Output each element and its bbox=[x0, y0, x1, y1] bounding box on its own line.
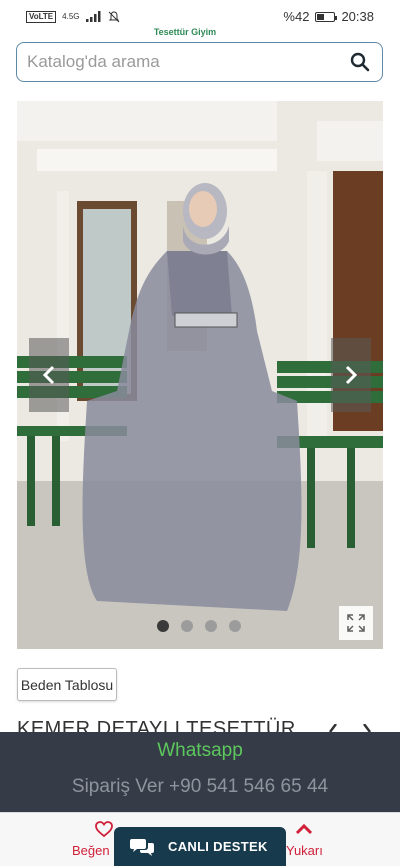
mute-bell-icon bbox=[108, 10, 119, 22]
search-icon[interactable] bbox=[350, 52, 370, 72]
gallery-dot[interactable] bbox=[205, 620, 217, 632]
battery-fill bbox=[317, 13, 325, 20]
gallery-dot[interactable] bbox=[181, 620, 193, 632]
heart-icon bbox=[95, 821, 113, 837]
gallery-dot[interactable] bbox=[157, 620, 169, 632]
like-label: Beğen bbox=[72, 843, 110, 858]
volte-badge: VoLTE bbox=[26, 10, 57, 23]
size-table-button[interactable]: Beden Tablosu bbox=[17, 668, 117, 701]
chevron-left-icon bbox=[42, 365, 55, 385]
brand-strip[interactable]: Tesettür Giyim bbox=[110, 28, 260, 38]
product-photo bbox=[17, 101, 383, 649]
search-bar[interactable] bbox=[16, 42, 383, 82]
clock: 20:38 bbox=[341, 9, 374, 24]
battery-percent: %42 bbox=[283, 9, 310, 24]
chevron-right-icon bbox=[345, 365, 358, 385]
product-gallery[interactable] bbox=[17, 101, 383, 649]
gallery-dot[interactable] bbox=[229, 620, 241, 632]
search-input[interactable] bbox=[27, 52, 350, 72]
network-type: 4.5G bbox=[62, 12, 80, 21]
whatsapp-order-line[interactable]: Sipariş Ver +90 541 546 65 44 bbox=[0, 776, 400, 798]
up-label: Yukarı bbox=[286, 843, 323, 858]
status-right: %42 20:38 bbox=[283, 9, 374, 24]
chevron-up-icon bbox=[295, 823, 313, 835]
battery-icon bbox=[315, 11, 338, 22]
signal-icon bbox=[85, 11, 100, 22]
live-support-label: CANLI DESTEK bbox=[168, 839, 268, 854]
gallery-dots bbox=[157, 620, 241, 632]
gallery-prev-button[interactable] bbox=[29, 338, 69, 412]
expand-icon bbox=[347, 614, 365, 632]
gallery-next-button[interactable] bbox=[331, 338, 371, 412]
whatsapp-title[interactable]: Whatsapp bbox=[0, 740, 400, 762]
status-left: VoLTE 4.5G bbox=[26, 10, 120, 23]
whatsapp-banner[interactable]: Whatsapp Sipariş Ver +90 541 546 65 44 bbox=[0, 732, 400, 812]
live-support-button[interactable]: CANLI DESTEK bbox=[114, 827, 286, 866]
chat-bubbles-icon bbox=[130, 838, 154, 856]
expand-button[interactable] bbox=[339, 606, 373, 640]
